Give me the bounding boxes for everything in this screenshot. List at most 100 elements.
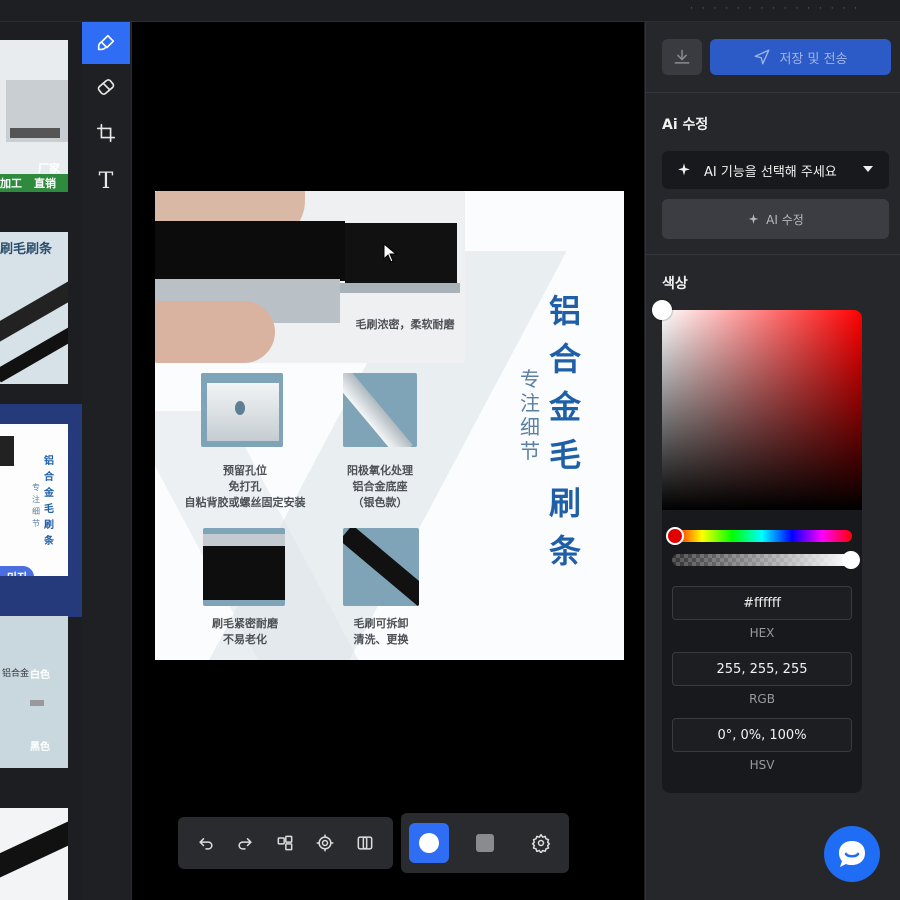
hex-label: HEX [749, 626, 775, 640]
caption-bottom-left-2: 不易老化 [223, 633, 267, 646]
send-icon [755, 49, 770, 65]
compare-button[interactable] [267, 825, 303, 861]
caption-mid-left-3: 自粘背胶或螺丝固定安装 [184, 496, 306, 509]
divider [646, 254, 900, 255]
thumbnail-1[interactable]: 加工 直销 厂家 [0, 40, 68, 192]
photo-bottom-left [203, 528, 285, 606]
right-panel: 저장 및 전송 Ai 수정 AI 기능을 선택해 주세요 AI 수정 색상 #f… [645, 22, 900, 900]
thumbnail-4[interactable]: 铝合金 白色 黑色 [0, 616, 68, 768]
mouse-cursor-icon [383, 243, 397, 263]
sparkle-icon [748, 213, 759, 224]
ai-section-title: Ai 수정 [662, 117, 709, 133]
thumb3-sub-3: 细 [32, 507, 40, 516]
brush-tool[interactable] [82, 22, 130, 64]
square-brush-button[interactable] [465, 823, 505, 863]
thumb3-char-2: 合 [44, 472, 54, 483]
product-image[interactable]: 毛刷浓密，柔软耐磨 预留孔位 免打孔 自粘背胶或螺丝固定安装 阳极氧化处理 铝合… [155, 191, 624, 660]
thumb1-badge-2: 直销 [34, 177, 56, 190]
title-char-1: 铝 [548, 292, 581, 330]
thumb3-char-5: 刷 [44, 520, 54, 531]
divider [646, 92, 900, 93]
saturation-value-area[interactable] [652, 300, 862, 510]
rgb-field[interactable]: 255, 255, 255 [672, 652, 852, 686]
hex-field[interactable]: #ffffff [672, 586, 852, 620]
title-char-3: 金 [548, 388, 581, 426]
eraser-icon [97, 79, 115, 95]
ai-feature-select[interactable]: AI 기능을 선택해 주세요 [662, 151, 889, 189]
title-char-2: 合 [548, 340, 581, 378]
thumb4-label-1: 铝合金 [2, 669, 30, 679]
layers-icon [357, 836, 373, 850]
thumbnail-5[interactable] [0, 808, 68, 900]
color-section-title: 색상 [662, 276, 688, 292]
sv-handle[interactable] [652, 300, 672, 320]
redo-button[interactable] [227, 825, 263, 861]
undo-button[interactable] [188, 825, 224, 861]
rgb-label: RGB [749, 692, 775, 706]
thumbnail-list[interactable]: 加工 直销 厂家 刷毛刷条 铝 合 金 毛 刷 条 专 注 细 节 铝合金 白色… [0, 22, 82, 900]
thumb3-sub-2: 注 [32, 495, 40, 504]
ai-button-label: AI 수정 [766, 212, 804, 227]
caption-bottom-right: 毛刷可拆卸 清洗、更换 [321, 616, 441, 648]
square-icon [476, 834, 494, 852]
tool-rail: T [82, 22, 132, 900]
ai-edit-button[interactable]: AI 수정 [662, 199, 889, 239]
chat-icon [839, 841, 865, 867]
thumb3-char-4: 毛 [44, 504, 54, 515]
caption-mid-left-2: 免打孔 [228, 480, 262, 493]
editor-canvas[interactable]: 毛刷浓密，柔软耐磨 预留孔位 免打孔 自粘背胶或螺丝固定安装 阳极氧化处理 铝合… [132, 22, 644, 900]
title-char-6: 条 [548, 532, 581, 570]
history-toolbar [178, 817, 393, 869]
caption-mid-right: 阳极氧化处理 铝合金底座 （银色款） [315, 463, 445, 511]
save-and-send-button[interactable]: 저장 및 전송 [710, 39, 891, 75]
thumb3-char-3: 金 [44, 488, 54, 499]
layers-button[interactable] [347, 825, 383, 861]
thumb2-title: 刷毛刷条 [0, 242, 53, 257]
caption-mid-right-1: 阳极氧化处理 [347, 464, 413, 477]
subtitle-char-1: 专 [520, 367, 540, 391]
round-brush-button[interactable] [409, 823, 449, 863]
caption-mid-right-2: 铝合金底座 [352, 480, 408, 493]
alpha-handle[interactable] [842, 551, 860, 569]
caption-mid-left: 预留孔位 免打孔 自粘背胶或螺丝固定安装 [165, 463, 325, 511]
hsv-field[interactable]: 0°, 0%, 100% [672, 718, 852, 752]
brush-icon [97, 34, 115, 51]
subtitle-char-2: 注 [520, 391, 540, 415]
save-button-label: 저장 및 전송 [779, 51, 848, 67]
caption-mid-left-1: 预留孔位 [223, 464, 267, 477]
app-window: · · · · · · · · · · · · · · · 加工 直销 厂家 刷… [0, 0, 900, 900]
target-button[interactable] [307, 825, 343, 861]
alpha-slider[interactable] [672, 551, 860, 569]
text-tool[interactable]: T [82, 160, 130, 202]
caption-bottom-left: 刷毛紧密耐磨 不易老化 [185, 616, 305, 648]
hue-slider[interactable] [666, 527, 852, 545]
gear-icon [531, 833, 551, 853]
brush-settings-button[interactable] [523, 825, 559, 861]
thumb3-sub-1: 专 [32, 483, 40, 492]
circle-icon [419, 833, 439, 853]
caption-bottom-right-2: 清洗、更换 [353, 633, 409, 646]
thumb1-badge-1: 加工 [0, 177, 22, 190]
download-button[interactable] [662, 39, 702, 75]
eraser-tool[interactable] [82, 66, 130, 108]
chat-support-button[interactable] [824, 826, 880, 882]
image-title: 铝 合 金 毛 刷 条 [540, 287, 590, 575]
thumb3-char-6: 条 [44, 536, 54, 547]
subtitle-char-3: 细 [520, 415, 540, 439]
chevron-down-icon [863, 166, 873, 172]
subtitle-char-4: 节 [520, 439, 540, 463]
ai-select-label: AI 기능을 선택해 주세요 [704, 164, 837, 180]
thumbnail-2[interactable]: 刷毛刷条 [0, 232, 68, 384]
thumb1-badge-top: 厂家 [38, 162, 60, 175]
hsv-label: HSV [749, 758, 775, 772]
color-picker: #ffffff HEX 255, 255, 255 RGB 0°, 0%, 10… [652, 300, 862, 793]
thumbnail-3-selected[interactable]: 铝 合 金 毛 刷 条 专 注 细 节 미지 [0, 424, 68, 576]
thumb3-badge: 미지 [0, 566, 34, 576]
crop-tool[interactable] [82, 112, 130, 154]
text-icon: T [98, 168, 114, 194]
photo-top [155, 191, 465, 363]
download-icon [674, 49, 690, 64]
undo-icon [199, 838, 213, 850]
hue-handle[interactable] [666, 527, 684, 545]
crop-icon [96, 123, 116, 143]
